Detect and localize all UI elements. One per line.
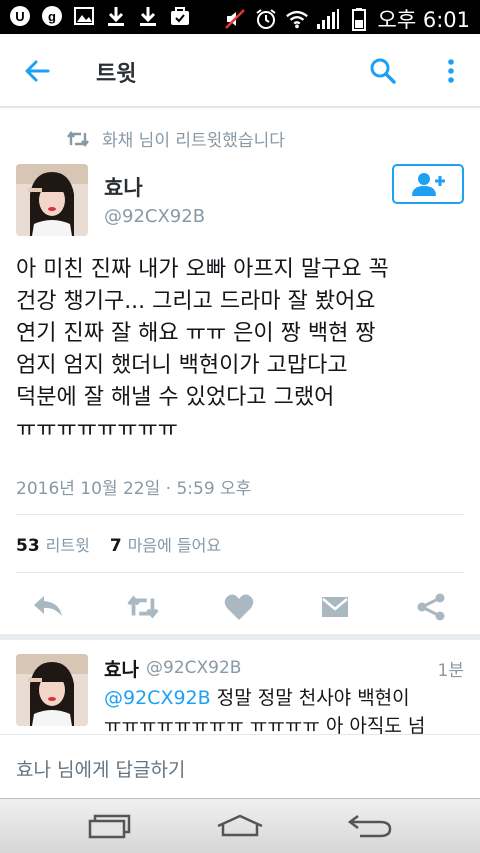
back-nav-button[interactable] bbox=[340, 809, 400, 843]
retweet-button[interactable] bbox=[126, 592, 160, 622]
message-button[interactable] bbox=[318, 592, 352, 622]
like-label: 마음에 들어요 bbox=[127, 536, 222, 555]
app-u-icon: U bbox=[8, 4, 32, 28]
svg-text:U: U bbox=[15, 9, 24, 24]
app-g-icon: g bbox=[40, 4, 64, 28]
like-stat[interactable]: 7 마음에 들어요 bbox=[110, 532, 221, 556]
search-button[interactable] bbox=[368, 56, 398, 86]
add-user-icon bbox=[412, 173, 445, 196]
envelope-icon bbox=[322, 597, 348, 617]
reply-time-ago: 1분 bbox=[437, 661, 464, 681]
search-icon bbox=[370, 58, 396, 84]
reply-input[interactable]: 효나 님에게 답글하기 bbox=[16, 755, 185, 782]
section-separator bbox=[0, 634, 480, 640]
tweet-actions bbox=[0, 584, 480, 630]
retweet-icon bbox=[127, 595, 159, 619]
battery-icon bbox=[347, 7, 371, 31]
retweet-icon bbox=[67, 130, 89, 147]
author-name[interactable]: 효나 bbox=[104, 172, 143, 202]
more-options-button[interactable] bbox=[440, 56, 462, 86]
download-icon-2 bbox=[136, 4, 160, 28]
share-icon bbox=[417, 593, 445, 621]
tweet-stats: 53 리트윗 7 마음에 들어요 bbox=[16, 532, 221, 556]
mention-link[interactable]: @92CX92B bbox=[104, 687, 211, 709]
mute-icon bbox=[223, 7, 247, 31]
home-icon bbox=[217, 814, 263, 837]
reply-text-line1: 정말 정말 천사야 백현이 bbox=[210, 687, 410, 709]
signal-icon bbox=[316, 7, 340, 31]
retweet-stat[interactable]: 53 리트윗 bbox=[16, 532, 90, 556]
svg-text:g: g bbox=[48, 9, 56, 24]
image-icon bbox=[72, 4, 96, 28]
system-nav-bar bbox=[0, 798, 480, 853]
heart-icon bbox=[224, 594, 254, 620]
notification-icons: U g bbox=[8, 4, 192, 28]
back-nav-icon bbox=[347, 815, 392, 838]
divider bbox=[16, 514, 464, 515]
recent-apps-icon bbox=[88, 814, 131, 839]
retweet-count: 53 bbox=[16, 536, 40, 556]
back-button[interactable] bbox=[22, 56, 52, 86]
author-handle[interactable]: @92CX92B bbox=[104, 206, 205, 227]
download-icon bbox=[104, 4, 128, 28]
status-bar: U g 오후 6:01 bbox=[0, 0, 480, 34]
reply-composer[interactable]: 효나 님에게 답글하기 bbox=[0, 734, 480, 798]
reply-avatar[interactable] bbox=[16, 654, 88, 726]
recent-apps-button[interactable] bbox=[80, 809, 140, 843]
tweet-text: 아 미친 진짜 내가 오빠 아프지 말구요 꼭 건강 챙기구... 그리고 드라… bbox=[16, 257, 389, 442]
more-vertical-icon bbox=[448, 59, 454, 83]
home-button[interactable] bbox=[210, 809, 270, 843]
divider bbox=[16, 572, 464, 573]
reply-author-handle[interactable]: @92CX92B bbox=[146, 658, 241, 678]
reply-text-line2: ㅠㅠㅠㅠㅠㅠㅠㅠ ㅠㅠㅠㅠ 아 아직도 넘 bbox=[104, 715, 426, 736]
reply-text[interactable]: @92CX92B 정말 정말 천사야 백현이 ㅠㅠㅠㅠㅠㅠㅠㅠ ㅠㅠㅠㅠ 아 아… bbox=[104, 684, 474, 736]
follow-button[interactable] bbox=[392, 164, 464, 204]
wifi-icon bbox=[285, 7, 309, 31]
bag-check-icon bbox=[168, 4, 192, 28]
alarm-icon bbox=[254, 7, 278, 31]
retweet-notice-text: 화채 님이 리트윗했습니다 bbox=[102, 131, 285, 151]
retweet-label: 리트윗 bbox=[45, 536, 90, 555]
reply-icon bbox=[34, 596, 62, 616]
clock: 오후 6:01 bbox=[377, 8, 470, 32]
app-bar: 트윗 bbox=[0, 34, 480, 108]
like-count: 7 bbox=[109, 536, 122, 556]
share-button[interactable] bbox=[414, 592, 448, 622]
reply-author-name[interactable]: 효나 bbox=[104, 655, 139, 682]
profile-photo bbox=[16, 164, 88, 236]
retweet-notice[interactable]: 화채 님이 리트윗했습니다 bbox=[66, 126, 285, 151]
tweet-timestamp: 2016년 10월 22일 · 5:59 오후 bbox=[16, 479, 252, 499]
like-button[interactable] bbox=[222, 592, 256, 622]
page-title: 트윗 bbox=[96, 62, 137, 87]
back-arrow-icon bbox=[25, 60, 50, 82]
system-icons: 오후 6:01 bbox=[223, 4, 470, 34]
avatar[interactable] bbox=[16, 164, 88, 236]
profile-photo bbox=[16, 654, 88, 726]
reply-button[interactable] bbox=[31, 592, 65, 622]
